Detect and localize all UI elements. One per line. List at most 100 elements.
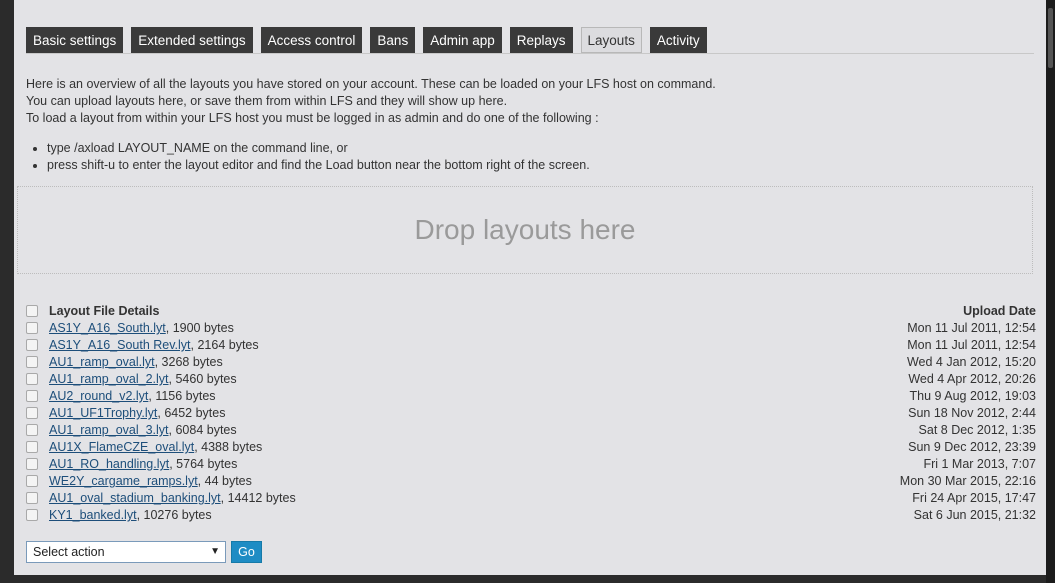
row-checkbox[interactable] xyxy=(26,492,38,504)
file-link[interactable]: WE2Y_cargame_ramps.lyt xyxy=(49,474,198,488)
file-size: , 1900 bytes xyxy=(165,321,234,335)
file-details: AS1Y_A16_South.lyt, 1900 bytes xyxy=(49,320,234,337)
instruction-item: type /axload LAYOUT_NAME on the command … xyxy=(47,140,590,157)
file-size: , 6084 bytes xyxy=(168,423,237,437)
upload-date: Thu 9 Aug 2012, 19:03 xyxy=(909,389,1037,403)
table-row: AU1_RO_handling.lyt, 5764 bytes Fri 1 Mar… xyxy=(26,456,1036,473)
file-link[interactable]: AU2_round_v2.lyt xyxy=(49,389,148,403)
table-row: AU1_ramp_oval_3.lyt, 6084 bytes Sat 8 Dec… xyxy=(26,422,1036,439)
row-checkbox[interactable] xyxy=(26,373,38,385)
row-checkbox[interactable] xyxy=(26,322,38,334)
table-row: AU1X_FlameCZE_oval.lyt, 4388 bytes Sun 9 … xyxy=(26,439,1036,456)
tab-admin-app[interactable]: Admin app xyxy=(423,27,502,53)
file-link[interactable]: AU1_ramp_oval_2.lyt xyxy=(49,372,169,386)
intro-text: Here is an overview of all the layouts y… xyxy=(26,76,716,127)
table-row: WE2Y_cargame_ramps.lyt, 44 bytes Mon 30 M… xyxy=(26,473,1036,490)
table-row: AU1_UF1Trophy.lyt, 6452 bytes Sun 18 Nov … xyxy=(26,405,1036,422)
tab-bans[interactable]: Bans xyxy=(370,27,416,53)
row-checkbox[interactable] xyxy=(26,390,38,402)
header-file-details: Layout File Details xyxy=(49,304,160,318)
table-row: KY1_banked.lyt, 10276 bytes Sat 6 Jun 201… xyxy=(26,507,1036,524)
file-link[interactable]: AU1_ramp_oval.lyt xyxy=(49,355,155,369)
table-row: AS1Y_A16_South Rev.lyt, 2164 bytes Mon 11… xyxy=(26,337,1036,354)
select-all-checkbox[interactable] xyxy=(26,305,38,317)
file-link[interactable]: AS1Y_A16_South Rev.lyt xyxy=(49,338,191,352)
tab-bar-divider xyxy=(26,53,1034,54)
file-link[interactable]: AU1_RO_handling.lyt xyxy=(49,457,169,471)
upload-date: Sat 8 Dec 2012, 1:35 xyxy=(918,423,1036,437)
file-link[interactable]: AU1_ramp_oval_3.lyt xyxy=(49,423,169,437)
upload-date: Fri 24 Apr 2015, 17:47 xyxy=(912,491,1036,505)
file-size: , 5460 bytes xyxy=(168,372,237,386)
intro-line: Here is an overview of all the layouts y… xyxy=(26,77,716,91)
chevron-down-icon: ▼ xyxy=(210,546,220,557)
upload-date: Fri 1 Mar 2013, 7:07 xyxy=(923,457,1036,471)
row-checkbox[interactable] xyxy=(26,509,38,521)
file-details: KY1_banked.lyt, 10276 bytes xyxy=(49,507,212,524)
table-row: AU1_oval_stadium_banking.lyt, 14412 byte… xyxy=(26,490,1036,507)
file-size: , 3268 bytes xyxy=(154,355,223,369)
file-details: AS1Y_A16_South Rev.lyt, 2164 bytes xyxy=(49,337,259,354)
upload-date: Wed 4 Apr 2012, 20:26 xyxy=(908,372,1036,386)
upload-date: Sat 6 Jun 2015, 21:32 xyxy=(913,508,1036,522)
file-size: , 10276 bytes xyxy=(136,508,212,522)
row-checkbox[interactable] xyxy=(26,407,38,419)
layout-dropzone[interactable]: Drop layouts here xyxy=(17,186,1033,274)
row-checkbox[interactable] xyxy=(26,441,38,453)
table-row: AS1Y_A16_South.lyt, 1900 bytes Mon 11 Jul… xyxy=(26,320,1036,337)
upload-date: Wed 4 Jan 2012, 15:20 xyxy=(906,355,1036,369)
file-link[interactable]: AS1Y_A16_South.lyt xyxy=(49,321,166,335)
file-size: , 4388 bytes xyxy=(194,440,263,454)
file-details: AU1_UF1Trophy.lyt, 6452 bytes xyxy=(49,405,225,422)
upload-date: Mon 30 Mar 2015, 22:16 xyxy=(899,474,1036,488)
intro-line: You can upload layouts here, or save the… xyxy=(26,94,508,108)
upload-date: Mon 11 Jul 2011, 12:54 xyxy=(907,338,1036,352)
action-select[interactable]: Select action ▼ xyxy=(26,541,226,563)
file-size: , 14412 bytes xyxy=(220,491,296,505)
table-row: AU2_round_v2.lyt, 1156 bytes Thu 9 Aug 20… xyxy=(26,388,1036,405)
window-scrollbar[interactable] xyxy=(1046,0,1055,583)
upload-date: Mon 11 Jul 2011, 12:54 xyxy=(907,321,1036,335)
file-link[interactable]: KY1_banked.lyt xyxy=(49,508,137,522)
file-link[interactable]: AU1_UF1Trophy.lyt xyxy=(49,406,157,420)
tab-bar: Basic settings Extended settings Access co… xyxy=(26,27,715,53)
file-details: AU2_round_v2.lyt, 1156 bytes xyxy=(49,388,216,405)
main-panel: Basic settings Extended settings Access co… xyxy=(14,0,1046,575)
row-checkbox[interactable] xyxy=(26,339,38,351)
action-select-value: Select action xyxy=(33,545,105,559)
tab-layouts[interactable]: Layouts xyxy=(580,27,642,53)
row-checkbox[interactable] xyxy=(26,424,38,436)
file-details: WE2Y_cargame_ramps.lyt, 44 bytes xyxy=(49,473,252,490)
tab-basic-settings[interactable]: Basic settings xyxy=(26,27,124,53)
file-size: , 2164 bytes xyxy=(190,338,259,352)
scrollbar-thumb[interactable] xyxy=(1048,8,1053,68)
file-details: AU1_RO_handling.lyt, 5764 bytes xyxy=(49,456,237,473)
file-size: , 5764 bytes xyxy=(169,457,238,471)
row-checkbox[interactable] xyxy=(26,458,38,470)
file-size: , 6452 bytes xyxy=(157,406,226,420)
table-row: AU1_ramp_oval.lyt, 3268 bytes Wed 4 Jan 2… xyxy=(26,354,1036,371)
file-details: AU1X_FlameCZE_oval.lyt, 4388 bytes xyxy=(49,439,262,456)
table-header-row: Layout File Details Upload Date xyxy=(26,303,1036,320)
file-details: AU1_ramp_oval_3.lyt, 6084 bytes xyxy=(49,422,237,439)
tab-activity[interactable]: Activity xyxy=(649,27,707,53)
dropzone-label: Drop layouts here xyxy=(414,214,636,245)
file-link[interactable]: AU1X_FlameCZE_oval.lyt xyxy=(49,440,194,454)
file-size: , 44 bytes xyxy=(197,474,252,488)
instruction-item: press shift-u to enter the layout editor… xyxy=(47,157,590,174)
tab-access-control[interactable]: Access control xyxy=(260,27,363,53)
file-link[interactable]: AU1_oval_stadium_banking.lyt xyxy=(49,491,221,505)
intro-line: To load a layout from within your LFS ho… xyxy=(26,111,599,125)
tab-replays[interactable]: Replays xyxy=(509,27,573,53)
upload-date: Sun 18 Nov 2012, 2:44 xyxy=(908,406,1036,420)
table-row: AU1_ramp_oval_2.lyt, 5460 bytes Wed 4 Apr… xyxy=(26,371,1036,388)
tab-extended-settings[interactable]: Extended settings xyxy=(131,27,253,53)
row-checkbox[interactable] xyxy=(26,475,38,487)
layout-file-list: Layout File Details Upload Date AS1Y_A16… xyxy=(26,303,1036,524)
file-details: AU1_oval_stadium_banking.lyt, 14412 byte… xyxy=(49,490,296,507)
file-details: AU1_ramp_oval_2.lyt, 5460 bytes xyxy=(49,371,237,388)
instructions-list: type /axload LAYOUT_NAME on the command … xyxy=(26,140,590,174)
file-details: AU1_ramp_oval.lyt, 3268 bytes xyxy=(49,354,223,371)
row-checkbox[interactable] xyxy=(26,356,38,368)
go-button[interactable]: Go xyxy=(231,541,262,563)
